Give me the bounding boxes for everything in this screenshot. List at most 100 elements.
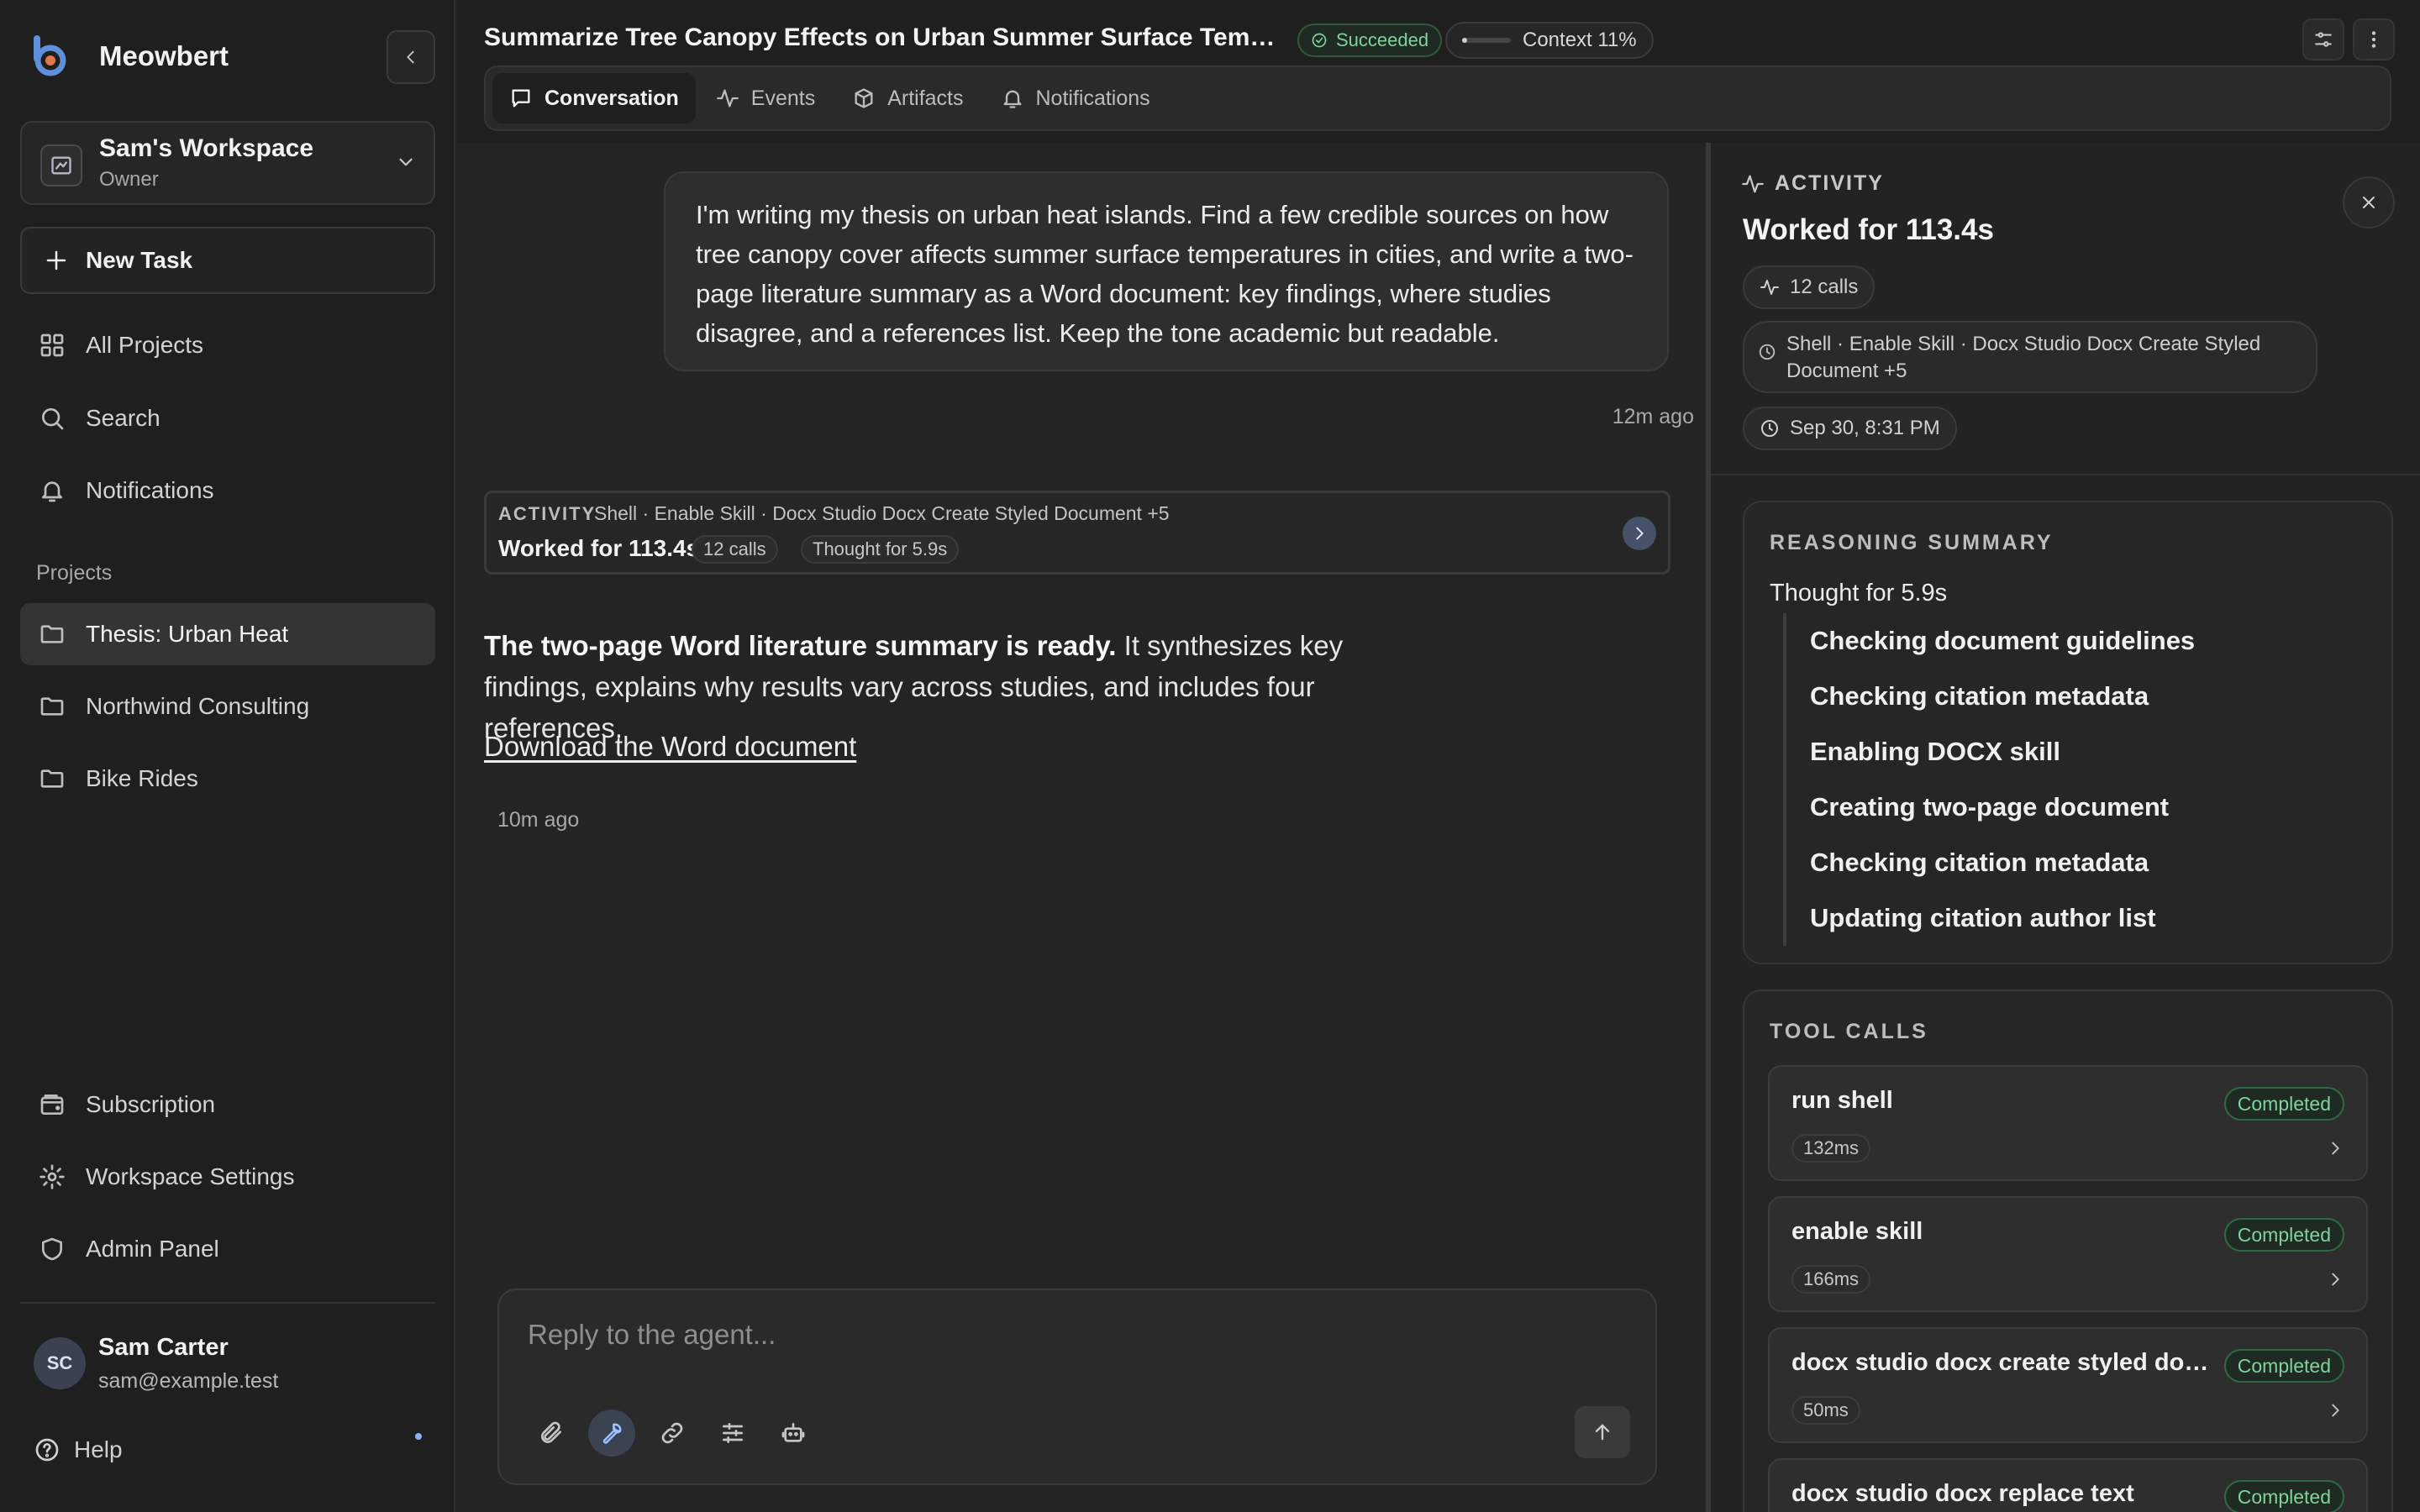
activity-panel: ACTIVITY Worked for 113.4s 12 calls Shel… <box>1711 143 2420 1512</box>
sidebar-divider <box>20 1302 435 1304</box>
help-link[interactable]: Help <box>34 1436 123 1463</box>
agent-button[interactable] <box>770 1410 817 1457</box>
activity-icon <box>1742 175 1764 192</box>
tool-call-item[interactable]: enable skill Completed 166ms <box>1768 1196 2368 1312</box>
calls-chip: 12 calls <box>1743 265 1876 309</box>
project-northwind-consulting[interactable]: Northwind Consulting <box>20 675 435 738</box>
reasoning-step: Enabling DOCX skill <box>1810 737 2060 766</box>
tab-artifacts[interactable]: Artifacts <box>835 73 980 123</box>
chevron-left-icon <box>407 50 414 64</box>
nav-label: Admin Panel <box>86 1236 219 1262</box>
options-button[interactable] <box>709 1410 756 1457</box>
reply-input[interactable] <box>528 1319 1620 1351</box>
collapse-sidebar-button[interactable] <box>387 30 435 84</box>
timestamp-chip: Sep 30, 8:31 PM <box>1743 407 1957 450</box>
calls-count: 12 calls <box>1790 276 1859 298</box>
notification-dot <box>415 1433 422 1440</box>
tab-label: Events <box>750 86 816 110</box>
chat-icon <box>512 89 530 108</box>
chevron-down-icon <box>395 151 417 173</box>
nav-subscription[interactable]: Subscription <box>20 1074 435 1136</box>
activity-worked-time: Worked for 113.4s <box>498 535 700 561</box>
user-message: I'm writing my thesis on urban heat isla… <box>664 171 1669 371</box>
arrow-up-icon <box>1595 1424 1610 1441</box>
chevron-right-icon <box>2326 1401 2344 1420</box>
sliders-icon <box>723 1423 743 1443</box>
bell-icon <box>1003 90 1021 108</box>
reply-composer <box>497 1289 1657 1485</box>
reasoning-summary-card: REASONING SUMMARY Thought for 5.9s Check… <box>1743 501 2393 964</box>
agent-reply: The two-page Word literature summary is … <box>484 625 1442 748</box>
reasoning-step: Checking citation metadata <box>1810 681 2149 711</box>
attach-button[interactable] <box>528 1410 575 1457</box>
avatar: SC <box>34 1337 86 1389</box>
top-bar: Summarize Tree Canopy Effects on Urban S… <box>457 0 2420 143</box>
app-logo[interactable] <box>30 34 69 77</box>
chevron-right-icon <box>2326 1139 2344 1158</box>
status-badge: Succeeded <box>1297 24 1443 57</box>
tab-label: Notifications <box>1035 86 1150 110</box>
tool-call-item[interactable]: run shell Completed 132ms <box>1768 1065 2368 1181</box>
nav-notifications[interactable]: Notifications <box>20 459 435 522</box>
tools-summary-chip: Shell · Enable Skill · Docx Studio Docx … <box>1743 321 2317 393</box>
nav-all-projects[interactable]: All Projects <box>20 314 435 376</box>
reasoning-step: Checking document guidelines <box>1810 626 2196 655</box>
link-button[interactable] <box>649 1410 696 1457</box>
tab-bar: Conversation Events Artifacts Notificati… <box>484 66 2391 131</box>
close-panel-button[interactable] <box>2343 176 2395 228</box>
divider <box>1711 474 2420 475</box>
tool-call-status: Completed <box>2223 1480 2344 1512</box>
tab-conversation[interactable]: Conversation <box>492 73 696 123</box>
box-icon <box>855 88 873 108</box>
workspace-switcher[interactable]: Sam's Workspace Owner <box>20 121 435 205</box>
nav-label: Subscription <box>86 1091 216 1117</box>
nav-search[interactable]: Search <box>20 387 435 449</box>
clock-icon <box>1761 420 1778 437</box>
tool-calls-heading: TOOL CALLS <box>1770 1020 1928 1043</box>
activity-panel-header: ACTIVITY <box>1741 171 1884 196</box>
context-progress-fill <box>1462 38 1468 43</box>
nav-label: Notifications <box>86 477 214 503</box>
new-task-button[interactable]: New Task <box>20 227 435 294</box>
agent-reply-timestamp: 10m ago <box>497 808 580 832</box>
workspace-name: Sam's Workspace <box>99 134 314 162</box>
status-label: Succeeded <box>1336 29 1429 50</box>
shield-icon <box>37 1236 67 1263</box>
more-vertical-icon <box>2371 31 2376 48</box>
paperclip-icon <box>541 1421 561 1443</box>
reasoning-step: Creating two-page document <box>1810 792 2170 822</box>
wrench-icon <box>602 1423 622 1444</box>
new-task-label: New Task <box>86 247 193 273</box>
activity-icon <box>716 89 739 108</box>
tools-button[interactable] <box>588 1410 635 1457</box>
send-button[interactable] <box>1575 1406 1630 1458</box>
project-label: Bike Rides <box>86 765 198 791</box>
download-document-link[interactable]: Download the Word document <box>484 731 856 763</box>
tab-notifications[interactable]: Notifications <box>984 73 1167 123</box>
tool-call-duration: 50ms <box>1791 1396 1860 1425</box>
nav-workspace-settings[interactable]: Workspace Settings <box>20 1146 435 1208</box>
sliders-icon <box>2315 32 2332 47</box>
settings-sliders-button[interactable] <box>2302 18 2344 60</box>
activity-label: ACTIVITY <box>498 503 597 524</box>
project-thesis-urban-heat[interactable]: Thesis: Urban Heat <box>20 603 435 665</box>
chevron-right-icon <box>1636 527 1644 540</box>
activity-panel-label: ACTIVITY <box>1775 171 1884 195</box>
project-label: Northwind Consulting <box>86 693 310 719</box>
tool-call-status: Completed <box>2223 1218 2344 1252</box>
user-message-timestamp: 12m ago <box>1612 405 1694 428</box>
tool-call-item[interactable]: docx studio docx create styled document … <box>1768 1327 2368 1443</box>
nav-admin-panel[interactable]: Admin Panel <box>20 1218 435 1280</box>
more-options-button[interactable] <box>2353 18 2395 60</box>
tool-call-item[interactable]: docx studio docx replace text Completed <box>1768 1458 2368 1512</box>
project-bike-rides[interactable]: Bike Rides <box>20 748 435 810</box>
expand-activity-button[interactable] <box>1623 517 1656 550</box>
activity-icon <box>1760 280 1779 295</box>
tool-call-name: run shell <box>1791 1087 1893 1114</box>
folder-icon <box>37 765 67 792</box>
activity-summary-card[interactable]: ACTIVITY Shell · Enable Skill · Docx Stu… <box>484 491 1670 575</box>
tab-events[interactable]: Events <box>699 73 832 123</box>
workspace-icon <box>40 144 82 186</box>
nav-label: Search <box>86 405 160 431</box>
chevron-right-icon <box>2326 1270 2344 1289</box>
